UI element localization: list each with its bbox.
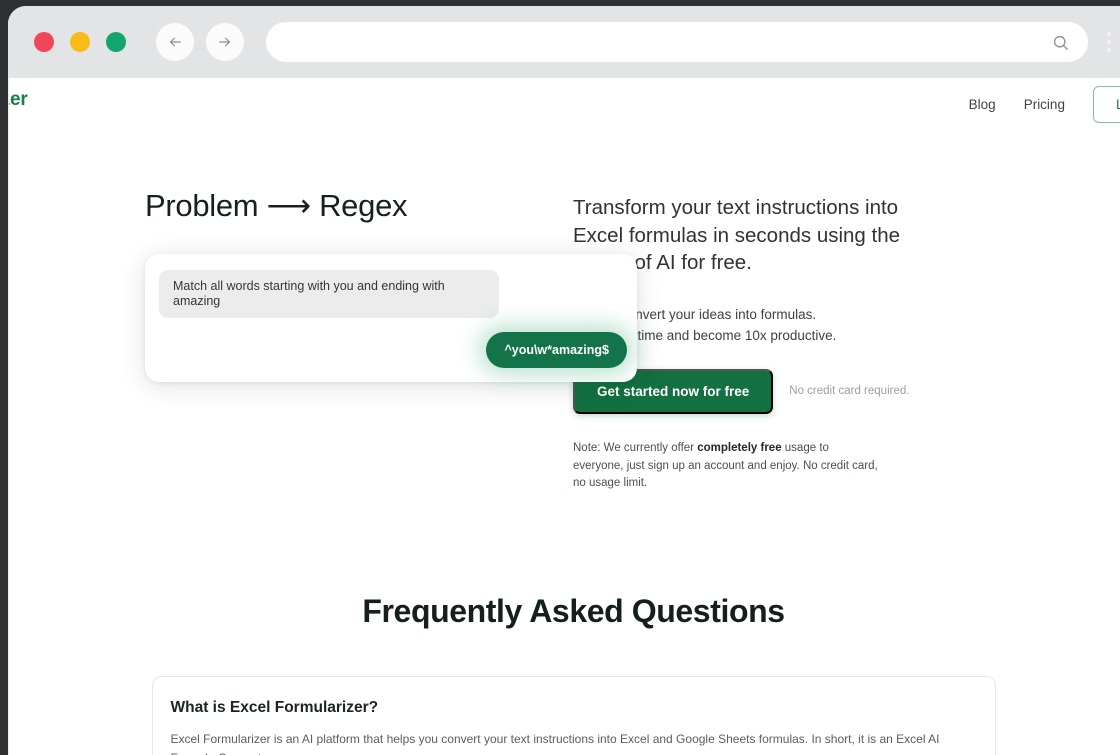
minimize-window-button[interactable] [70,32,90,52]
maximize-window-button[interactable] [106,32,126,52]
site-header: larizer Blog Pricing Login [9,78,1120,136]
demo-response-wrapper: ^you\w*amazing$ [486,332,627,368]
screen: larizer Blog Pricing Login Problem ⟶ Reg… [0,0,1120,755]
faq-section: Frequently Asked Questions What is Excel… [9,593,1120,755]
address-bar[interactable] [266,22,1088,62]
no-credit-card-note: No credit card required. [789,385,910,398]
nav-link-blog[interactable]: Blog [969,97,996,112]
search-icon[interactable] [1051,33,1070,52]
demo-bot-message: ^you\w*amazing$ [486,332,627,368]
faq-question: What is Excel Formularizer? [170,699,379,717]
hero-section: Problem ⟶ Regex Match all words starting… [9,136,1120,493]
arrow-right-icon [219,37,231,47]
faq-list: What is Excel Formularizer? Excel Formul… [151,676,996,755]
browser-chrome-bar [8,6,1120,78]
kebab-dot [1107,40,1111,44]
window-controls [34,32,126,52]
primary-navigation: Blog Pricing Login [969,86,1120,123]
note-highlight: completely free [697,441,782,454]
demo-user-message: Match all words starting with you and en… [159,270,499,318]
free-usage-note: Note: We currently offer completely free… [573,440,878,493]
faq-item[interactable]: What is Excel Formularizer? Excel Formul… [151,676,996,755]
faq-title: Frequently Asked Questions [362,593,785,630]
demo-conversation-card: Match all words starting with you and en… [145,254,637,382]
close-window-button[interactable] [34,32,54,52]
login-button[interactable]: Login [1092,86,1120,123]
arrow-left-icon [169,37,181,47]
browser-menu-button[interactable] [1094,20,1120,64]
nav-link-pricing[interactable]: Pricing [1024,97,1065,112]
page-viewport: larizer Blog Pricing Login Problem ⟶ Reg… [8,78,1120,755]
navigation-buttons [156,23,244,61]
hero-demo-title: Problem ⟶ Regex [145,188,408,223]
site-logo[interactable]: larizer [9,89,28,111]
hero-left-column: Problem ⟶ Regex Match all words starting… [9,188,637,493]
kebab-dot [1107,32,1111,36]
kebab-dot [1107,48,1111,52]
browser-window: larizer Blog Pricing Login Problem ⟶ Reg… [8,6,1120,755]
back-button[interactable] [156,23,194,61]
forward-button[interactable] [206,23,244,61]
faq-answer: Excel Formularizer is an AI platform tha… [170,732,940,755]
note-prefix: Note: We currently offer [573,441,698,454]
